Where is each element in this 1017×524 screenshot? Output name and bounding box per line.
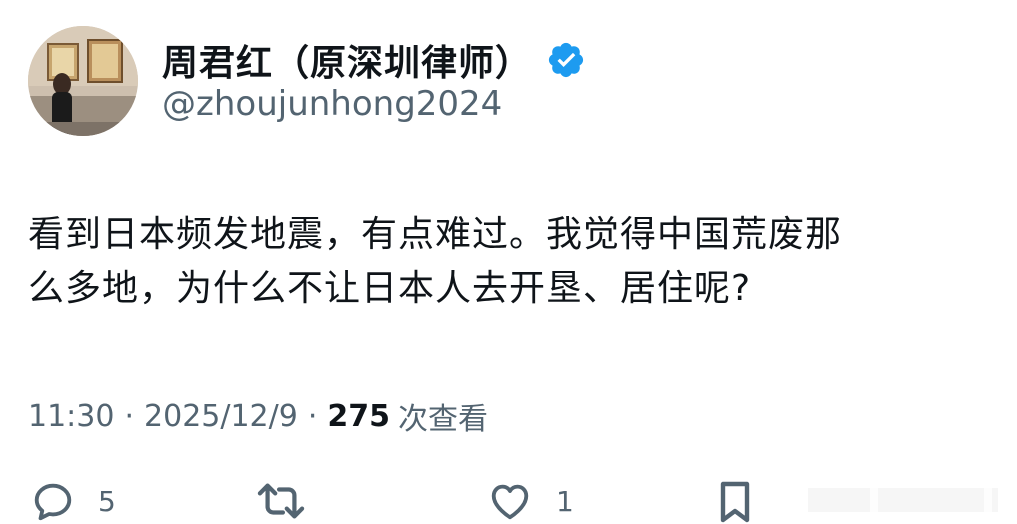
bookmark-icon [720,481,750,523]
meta-separator: · [124,398,135,434]
verified-badge-icon [546,40,586,80]
display-name[interactable]: 周君红（原深圳律师） [162,34,532,86]
display-name-row: 周君红（原深圳律师） [162,36,586,84]
tweet-text-line: 么多地，为什么不让日本人去开垦、居住呢? [28,268,752,309]
tweet-date[interactable]: 2025/12/9 [144,399,298,434]
views-label: 次查看 [398,402,489,437]
views-count: 275 [327,398,391,434]
tweet-text: 看到日本频发地震，有点难过。我觉得中国荒废那 么多地，为什么不让日本人去开垦、居… [28,208,1003,316]
tweet-time[interactable]: 11:30 [28,399,114,434]
like-button[interactable]: 1 [486,478,574,524]
like-icon [491,484,529,520]
reply-icon [34,483,72,521]
tweet-text-line: 看到日本频发地震，有点难过。我觉得中国荒废那 [28,214,843,255]
tweet-meta: 11:30 · 2025/12/9 · 275 次查看 [28,394,488,438]
reply-button[interactable]: 5 [30,478,116,524]
bookmark-button[interactable] [714,478,756,524]
retweet-icon [257,483,305,519]
retweet-button[interactable] [254,478,330,524]
reply-count: 5 [98,484,116,518]
like-count: 1 [556,484,574,518]
avatar[interactable] [28,26,138,136]
tweet-card: 周君红（原深圳律师） @zhoujunhong2024 看到日本频发地震，有点难… [0,0,1017,524]
meta-separator: · [307,398,318,434]
avatar-photo [28,26,138,136]
user-handle[interactable]: @zhoujunhong2024 [162,84,502,124]
image-watermark [808,482,998,523]
